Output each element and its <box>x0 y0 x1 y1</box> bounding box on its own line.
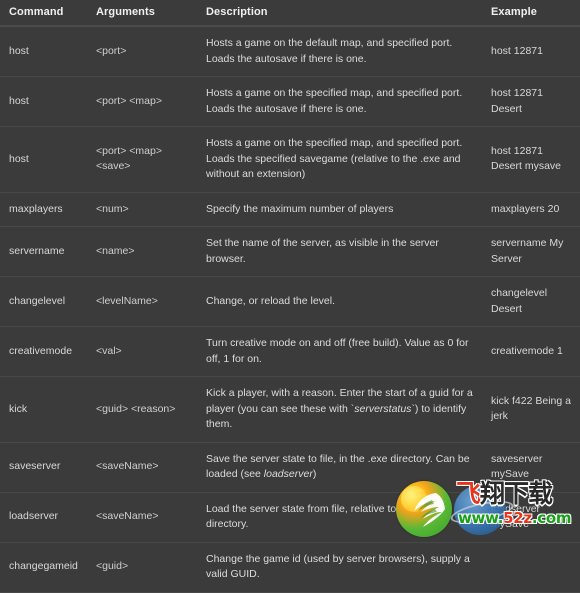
cell-arguments: <saveName> <box>88 491 198 542</box>
cell-command: host <box>0 126 88 192</box>
cell-example: saveserver mySave <box>483 441 580 492</box>
cell-description: Change the game id (used by server brows… <box>198 541 483 593</box>
description-literal: serverstatus <box>354 402 412 415</box>
cell-command: kick <box>0 376 88 442</box>
cell-command: creativemode <box>0 326 88 377</box>
table-row: loadserver <saveName> Load the server stat… <box>0 491 580 542</box>
cell-example: kick f422 Being a jerk <box>483 376 580 442</box>
description-text-pre: Save the server state to file, in the .e… <box>206 452 470 481</box>
cell-example: host 12871 Desert <box>483 76 580 127</box>
cell-description: Hosts a game on the specified map, and s… <box>198 76 483 127</box>
table-row: host <port> <map> Hosts a game on the spec… <box>0 76 580 127</box>
table-row: host <port> Hosts a game on the default ma… <box>0 26 580 77</box>
table-header-row: Command Arguments Description Example <box>0 0 580 27</box>
cell-example: creativemode 1 <box>483 326 580 377</box>
table-row: saveserver <saveName> Save the server stat… <box>0 441 580 492</box>
table-body: host <port> Hosts a game on the default ma… <box>0 26 580 593</box>
column-header-description: Description <box>198 0 483 27</box>
cell-example: maxplayers 20 <box>483 191 580 227</box>
cell-command: changegameid <box>0 541 88 593</box>
cell-arguments: <guid> <reason> <box>88 376 198 442</box>
table-header: Command Arguments Description Example <box>0 0 580 27</box>
column-header-arguments: Arguments <box>88 0 198 27</box>
cell-description: Save the server state to file, in the .e… <box>198 441 483 492</box>
cell-description: Turn creative mode on and off (free buil… <box>198 326 483 377</box>
cell-description: Hosts a game on the specified map, and s… <box>198 126 483 192</box>
cell-example: host 12871 Desert mysave <box>483 126 580 192</box>
column-header-command: Command <box>0 0 88 27</box>
description-literal: loadserver <box>263 468 313 480</box>
table-row: kick <guid> <reason> Kick a player, with a… <box>0 376 580 442</box>
cell-command: changelevel <box>0 276 88 327</box>
table-row: creativemode <val> Turn creative mode on a… <box>0 326 580 377</box>
cell-example: host 12871 <box>483 26 580 77</box>
cell-arguments: <name> <box>88 226 198 277</box>
cell-command: maxplayers <box>0 191 88 227</box>
cell-command: host <box>0 76 88 127</box>
table-row: servername <name> Set the name of the serv… <box>0 226 580 277</box>
cell-arguments: <val> <box>88 326 198 377</box>
cell-example: servername My Server <box>483 226 580 277</box>
description-text-post: ) <box>312 468 317 480</box>
cell-arguments: <port> <map> <box>88 76 198 127</box>
cell-command: host <box>0 26 88 77</box>
cell-arguments: <guid> <box>88 541 198 593</box>
table-row: changelevel <levelName> Change, or reload … <box>0 276 580 327</box>
console-commands-table: Command Arguments Description Example ho… <box>0 0 580 593</box>
cell-arguments: <port> <box>88 26 198 77</box>
cell-example: changelevel Desert <box>483 276 580 327</box>
table-row: maxplayers <num> Specify the maximum numbe… <box>0 191 580 227</box>
cell-arguments: <num> <box>88 191 198 227</box>
cell-description: Specify the maximum number of players <box>198 191 483 227</box>
cell-command: saveserver <box>0 441 88 492</box>
cell-description: Hosts a game on the default map, and spe… <box>198 26 483 77</box>
table-row: host <port> <map> <save> Hosts a game on t… <box>0 126 580 192</box>
cell-arguments: <port> <map> <save> <box>88 126 198 192</box>
cell-command: loadserver <box>0 491 88 542</box>
cell-example: loadserver mySave <box>483 491 580 542</box>
cell-description: Load the server state from file, relativ… <box>198 491 483 542</box>
column-header-example: Example <box>483 0 580 27</box>
table-row: changegameid <guid> Change the game id (us… <box>0 541 580 593</box>
console-commands-document: Command Arguments Description Example ho… <box>0 0 580 593</box>
cell-description: Set the name of the server, as visible i… <box>198 226 483 277</box>
cell-example <box>483 541 580 593</box>
cell-command: servername <box>0 226 88 277</box>
cell-description: Change, or reload the level. <box>198 276 483 327</box>
cell-description: Kick a player, with a reason. Enter the … <box>198 376 483 442</box>
cell-arguments: <levelName> <box>88 276 198 327</box>
cell-arguments: <saveName> <box>88 441 198 492</box>
